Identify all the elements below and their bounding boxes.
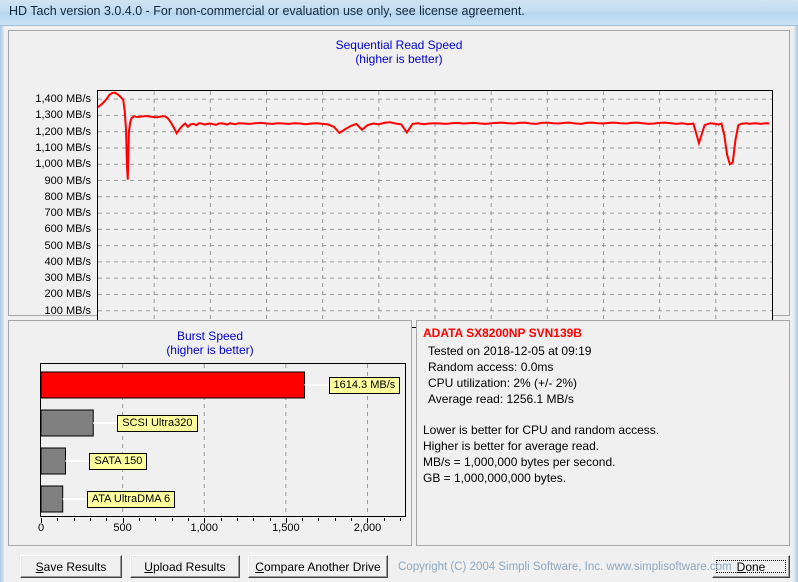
sequential-y-tick-label: 1,100 MB/s: [35, 141, 91, 154]
burst-axis-tick: [383, 518, 385, 521]
burst-x-tick-label: 1,500: [272, 522, 300, 534]
sequential-plot-area: [97, 90, 773, 328]
burst-x-tick-label: 500: [113, 522, 132, 534]
note-line-3: MB/s = 1,000,000 bytes per second.: [423, 455, 616, 469]
window-title: HD Tach version 3.0.4.0 - For non-commer…: [9, 4, 525, 18]
upload-button-label: pload Results: [152, 559, 226, 574]
copyright-text: Copyright (C) 2004 Simpli Software, Inc.…: [398, 561, 732, 573]
burst-axis-tick: [187, 518, 189, 521]
compare-another-drive-button[interactable]: Compare Another Drive: [248, 555, 388, 578]
sequential-y-tick-label: 300 MB/s: [44, 272, 91, 285]
burst-axis-tick: [106, 518, 108, 521]
burst-bar-label: SCSI Ultra320: [117, 415, 198, 432]
burst-axis-tick: [204, 518, 206, 523]
burst-axis-tick: [334, 518, 336, 521]
burst-axis-tick: [89, 518, 91, 521]
burst-axis-tick: [318, 518, 320, 521]
sequential-title-line2: (higher is better): [355, 52, 443, 66]
done-button-label: one: [745, 559, 766, 574]
upload-button-mnemonic: U: [144, 559, 153, 574]
sequential-read-panel: Sequential Read Speed (higher is better)…: [8, 30, 790, 343]
burst-axis-tick: [367, 518, 369, 523]
burst-axis-tick: [155, 518, 157, 521]
sequential-y-tick-label: 700 MB/s: [44, 207, 91, 220]
cpu-utilization-text: CPU utilization: 2% (+/- 2%): [428, 376, 578, 390]
burst-axis-tick: [269, 518, 271, 521]
random-access-text: Random access: 0.0ms: [428, 360, 554, 374]
burst-axis-tick: [138, 518, 140, 521]
sequential-y-tick-label: 1,200 MB/s: [35, 125, 91, 138]
done-button-mnemonic: D: [736, 559, 746, 574]
compare-button-label: ompare Another Drive: [263, 559, 381, 574]
burst-axis-tick: [236, 518, 238, 521]
burst-speed-panel: Burst Speed (higher is better) 1614.3 MB…: [8, 320, 412, 546]
sequential-y-tick-label: 800 MB/s: [44, 190, 91, 203]
burst-bar: [41, 447, 66, 475]
burst-axis-tick: [351, 518, 353, 521]
sequential-chart-title: Sequential Read Speed (higher is better): [9, 38, 789, 66]
sequential-y-tick-label: 1,000 MB/s: [35, 158, 91, 171]
burst-x-tick-label: 2,000: [353, 522, 382, 534]
sequential-y-tick-label: 500 MB/s: [44, 239, 91, 252]
burst-axis-tick: [400, 518, 402, 521]
average-read-text: Average read: 1256.1 MB/s: [428, 392, 574, 406]
burst-axis-tick: [171, 518, 173, 521]
note-line-2: Higher is better for average read.: [423, 439, 600, 453]
burst-axis-tick: [73, 518, 75, 521]
sequential-y-tick-label: 1,400 MB/s: [35, 93, 91, 106]
burst-x-tick-label: 1,000: [190, 522, 218, 534]
sequential-y-tick-label: 200 MB/s: [44, 288, 91, 301]
compare-button-mnemonic: C: [255, 559, 264, 574]
note-line-4: GB = 1,000,000,000 bytes.: [423, 471, 567, 485]
hd-tach-window: HD Tach version 3.0.4.0 - For non-commer…: [0, 0, 798, 582]
sequential-read-line: [98, 91, 770, 180]
sequential-title-line1: Sequential Read Speed: [335, 38, 463, 52]
note-line-1: Lower is better for CPU and random acces…: [423, 423, 660, 437]
window-right-edge: [793, 0, 798, 582]
burst-axis-tick: [220, 518, 222, 521]
burst-bar-label: SATA 150: [89, 453, 148, 470]
burst-axis-tick: [285, 518, 287, 523]
window-titlebar: HD Tach version 3.0.4.0 - For non-commer…: [0, 0, 798, 26]
burst-axis-tick: [57, 518, 59, 521]
burst-axis-tick: [41, 518, 42, 523]
burst-axis-tick: [122, 518, 124, 523]
drive-info-panel: ADATA SX8200NP SVN139B Tested on 2018-12…: [416, 320, 790, 546]
sequential-y-tick-label: 100 MB/s: [44, 304, 91, 317]
tested-on-text: Tested on 2018-12-05 at 09:19: [428, 344, 592, 358]
burst-title-line2: (higher is better): [166, 343, 254, 357]
save-button-label: ave Results: [43, 559, 107, 574]
burst-bar: [41, 485, 64, 513]
burst-bar-label: ATA UltraDMA 6: [86, 491, 176, 508]
upload-results-button[interactable]: Upload Results: [130, 555, 240, 578]
save-button-mnemonic: S: [35, 559, 44, 574]
burst-bar-label: 1614.3 MB/s: [328, 377, 401, 394]
burst-chart-title: Burst Speed (higher is better): [9, 329, 411, 357]
burst-bar: [41, 371, 306, 399]
burst-bar: [41, 409, 94, 437]
drive-model-name: ADATA SX8200NP SVN139B: [423, 326, 582, 340]
sequential-y-tick-label: 1,300 MB/s: [35, 109, 91, 122]
sequential-y-tick-label: 900 MB/s: [44, 174, 91, 187]
sequential-y-tick-label: 400 MB/s: [44, 255, 91, 268]
burst-axis-tick: [253, 518, 255, 521]
burst-axis-tick: [302, 518, 304, 521]
burst-title-line1: Burst Speed: [176, 329, 244, 343]
burst-x-tick-label: 0: [37, 522, 45, 534]
save-results-button[interactable]: Save Results: [20, 555, 122, 578]
sequential-line-chart: [98, 91, 772, 327]
sequential-y-tick-label: 600 MB/s: [44, 223, 91, 236]
window-left-edge: [0, 0, 4, 582]
